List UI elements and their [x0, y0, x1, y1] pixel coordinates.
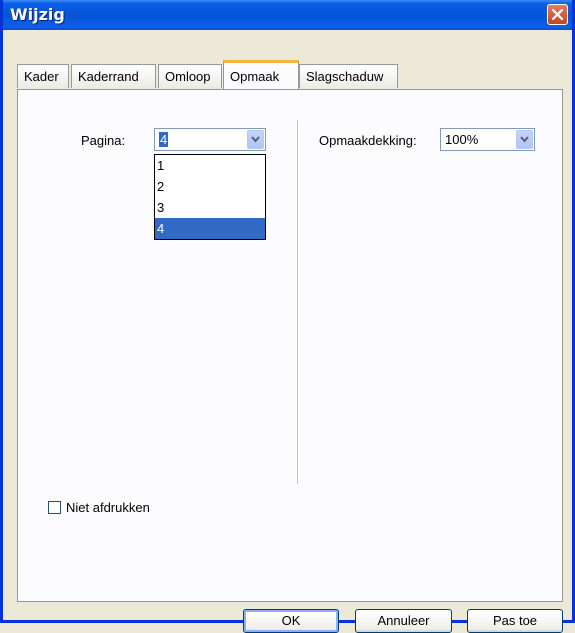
- apply-button[interactable]: Pas toe: [467, 609, 563, 633]
- niet-afdrukken-checkbox[interactable]: [48, 501, 61, 514]
- page-option-2[interactable]: 2: [155, 176, 265, 197]
- niet-afdrukken-label: Niet afdrukken: [66, 500, 150, 515]
- tab-label: Slagschaduw: [306, 69, 384, 84]
- tab-opmaak[interactable]: Opmaak: [223, 60, 299, 89]
- page-option-3[interactable]: 3: [155, 197, 265, 218]
- page-select[interactable]: 4: [154, 128, 266, 151]
- opacity-label: Opmaakdekking:: [319, 133, 417, 148]
- tab-label: Kader: [24, 69, 59, 84]
- page-select-value: 4: [159, 132, 169, 147]
- tab-kader[interactable]: Kader: [17, 64, 69, 88]
- opacity-dropdown-button[interactable]: [516, 130, 533, 149]
- tab-label: Kaderrand: [78, 69, 139, 84]
- page-dropdown-button[interactable]: [247, 130, 264, 149]
- tab-label: Omloop: [165, 69, 211, 84]
- tab-slagschaduw[interactable]: Slagschaduw: [299, 64, 398, 88]
- opacity-select[interactable]: 100%: [440, 128, 535, 151]
- title-bar[interactable]: Wijzig: [3, 0, 572, 30]
- page-option-4[interactable]: 4: [155, 218, 265, 239]
- chevron-down-icon: [520, 136, 529, 143]
- tab-kaderrand[interactable]: Kaderrand: [71, 64, 156, 88]
- window-title: Wijzig: [10, 5, 65, 24]
- ok-button[interactable]: OK: [243, 609, 339, 633]
- tab-omloop[interactable]: Omloop: [158, 64, 222, 88]
- dialog-window: Wijzig Kader Kaderrand Omloop Opmaak Sla…: [0, 0, 575, 633]
- opacity-select-value: 100%: [445, 132, 479, 147]
- page-dropdown-list: 1 2 3 4: [154, 154, 266, 240]
- chevron-down-icon: [251, 136, 260, 143]
- page-option-1[interactable]: 1: [155, 155, 265, 176]
- close-icon: [552, 9, 563, 20]
- close-button[interactable]: [547, 4, 568, 25]
- page-label: Pagina:: [81, 133, 126, 148]
- tab-label: Opmaak: [230, 69, 280, 84]
- tab-panel-opmaak: Pagina: 4 1 2 3 4 Opmaakdekking: 100% Ni…: [17, 89, 563, 602]
- cancel-button[interactable]: Annuleer: [355, 609, 452, 633]
- column-divider: [297, 120, 298, 484]
